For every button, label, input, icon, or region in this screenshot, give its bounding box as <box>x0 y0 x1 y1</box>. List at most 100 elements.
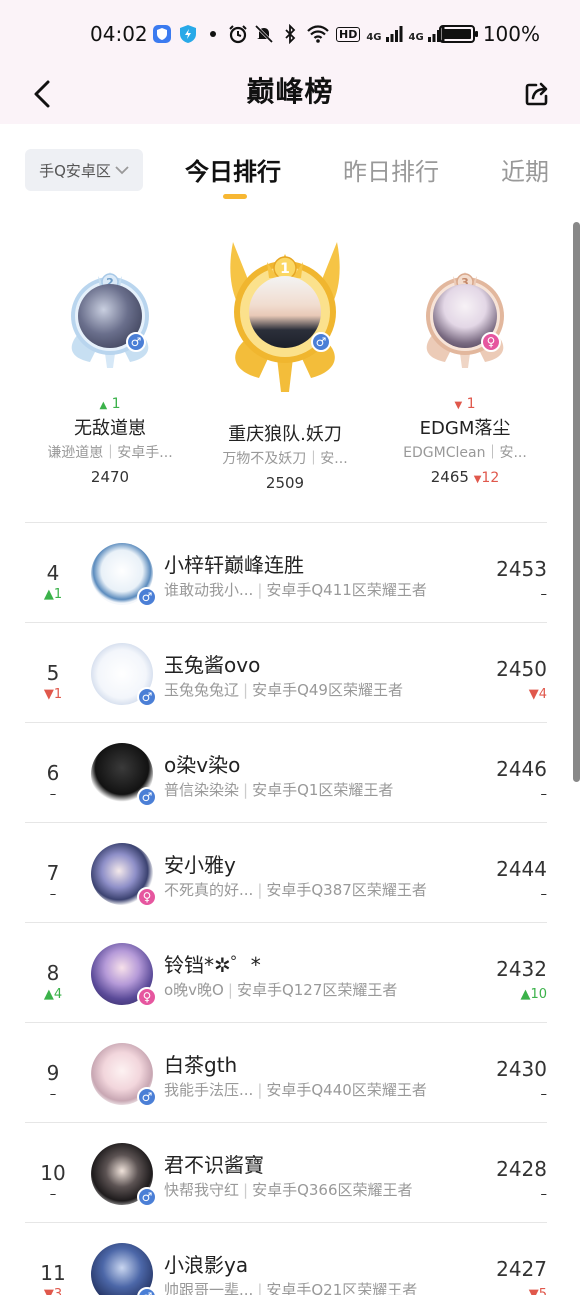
share-button[interactable] <box>522 74 552 114</box>
rank-change: ▲4 <box>43 987 63 1002</box>
podium-first[interactable]: 1 ♂ 重庆狼队.妖刀 万物不及妖刀｜安... 2509 <box>205 232 365 492</box>
player-name: 白茶gth <box>164 1053 238 1077</box>
player-sub: 普信染染染 | 安卓手Q1区荣耀王者 <box>164 781 394 799</box>
player-sub: 我能手法压... | 安卓手Q440区荣耀王者 <box>164 1081 427 1099</box>
player-name: 重庆狼队.妖刀 <box>228 424 342 445</box>
rank-change: – <box>49 1087 57 1102</box>
rank-number: 10 <box>40 1161 66 1185</box>
signal-4g-icon: 4G <box>366 25 403 43</box>
player-score: 2430 <box>496 1057 547 1081</box>
mute-bell-icon <box>254 24 274 44</box>
status-bar: 04:02 HD 4G 4G 100% <box>0 0 580 66</box>
score-change: ▼5 <box>528 1287 547 1295</box>
podium-second[interactable]: 2 ♂ ▲ 1 无敌道崽 谦逊道崽｜安卓手... 2470 <box>30 258 190 486</box>
ranking-row[interactable]: 5 ▼1 ♂ 玉兔酱ovo 玉兔兔兔辽 | 安卓手Q49区荣耀王者 2450 ▼4 <box>25 622 547 722</box>
region-selector[interactable]: 手Q安卓区 <box>25 149 143 191</box>
score-change: – <box>540 1187 548 1202</box>
player-score: 2428 <box>496 1157 547 1181</box>
player-sub: 谦逊道崽｜安卓手... <box>47 445 173 461</box>
rank-change: – <box>49 1187 57 1202</box>
alarm-icon <box>228 24 248 44</box>
ranking-row[interactable]: 9 – ♂ 白茶gth 我能手法压... | 安卓手Q440区荣耀王者 2430 – <box>25 1022 547 1122</box>
player-name: 铃铛*✲゜* <box>164 953 261 977</box>
rank-number: 6 <box>46 761 60 785</box>
page-title: 巅峰榜 <box>246 75 334 108</box>
podium: 2 ♂ ▲ 1 无敌道崽 谦逊道崽｜安卓手... 2470 1 ♂ 重庆狼队.妖… <box>0 220 580 520</box>
tab-yesterday[interactable]: 昨日排行 <box>343 152 439 187</box>
player-sub: 谁敢动我小... | 安卓手Q411区荣耀王者 <box>164 581 427 599</box>
place-1-number: 1 <box>280 261 290 277</box>
player-score: 2450 <box>496 657 547 681</box>
battery-percent: 100% <box>482 22 540 46</box>
player-sub: 不死真的好... | 安卓手Q387区荣耀王者 <box>164 881 427 899</box>
player-score: 2453 <box>496 557 547 581</box>
score-change: – <box>540 787 548 802</box>
male-icon: ♂ <box>137 687 157 707</box>
ranking-row[interactable]: 8 ▲4 ♀ 铃铛*✲゜* o晚v晚O | 安卓手Q127区荣耀王者 2432 ▲1… <box>25 922 547 1022</box>
player-sub: EDGMClean｜安... <box>403 445 527 461</box>
bronze-medal: 3 ♀ <box>415 258 515 370</box>
male-icon: ♂ <box>137 1187 157 1207</box>
rank-number: 4 <box>46 561 60 585</box>
player-name: 小梓轩巅峰连胜 <box>164 553 304 577</box>
rank-change: ▲1 <box>43 587 63 602</box>
dot-icon <box>210 31 216 37</box>
ranking-row[interactable]: 7 – ♀ 安小雅y 不死真的好... | 安卓手Q387区荣耀王者 2444 – <box>25 822 547 922</box>
player-sub: 万物不及妖刀｜安... <box>222 451 348 467</box>
rank-change: ▼ 1 <box>454 396 476 412</box>
status-time: 04:02 <box>90 22 148 46</box>
player-score: 2444 <box>496 857 547 881</box>
rank-change: ▼3 <box>43 1287 63 1295</box>
rank-number: 7 <box>46 861 60 885</box>
rank-change: ▼1 <box>43 687 63 702</box>
player-sub: 帅跟哥一辈... | 安卓手Q21区荣耀王者 <box>164 1281 418 1295</box>
player-score: 2432 <box>496 957 547 981</box>
ranking-row[interactable]: 4 ▲1 ♂ 小梓轩巅峰连胜 谁敢动我小... | 安卓手Q411区荣耀王者 245… <box>25 522 547 622</box>
region-label: 手Q安卓区 <box>39 161 111 180</box>
male-icon: ♂ <box>311 332 331 352</box>
male-icon: ♂ <box>137 587 157 607</box>
gold-medal: 1 ♂ <box>215 232 355 392</box>
ranking-list: 4 ▲1 ♂ 小梓轩巅峰连胜 谁敢动我小... | 安卓手Q411区荣耀王者 245… <box>25 522 547 1295</box>
ranking-row[interactable]: 11 ▼3 ♂ 小浪影ya 帅跟哥一辈...|安卓手Q21区荣耀王者 2427 … <box>25 1222 547 1295</box>
player-name: o染v染o <box>164 753 241 777</box>
player-sub: 快帮我守红 | 安卓手Q366区荣耀王者 <box>164 1181 413 1199</box>
wifi-icon <box>306 24 330 44</box>
shield-app-icon <box>152 24 172 44</box>
player-score: 2446 <box>496 757 547 781</box>
player-name: 小浪影ya <box>164 1253 249 1277</box>
male-icon: ♂ <box>137 1287 157 1295</box>
avatar <box>249 276 321 348</box>
score-change: – <box>540 887 548 902</box>
male-icon: ♂ <box>126 332 146 352</box>
tab-indicator <box>223 194 247 199</box>
male-icon: ♂ <box>137 787 157 807</box>
security-app-icon <box>178 24 198 44</box>
nav-bar: 巅峰榜 <box>0 66 580 124</box>
rank-change: ▲ 1 <box>99 396 121 412</box>
silver-medal: 2 ♂ <box>60 258 160 370</box>
status-icons-left: HD 4G 4G <box>152 22 445 46</box>
male-icon: ♂ <box>137 1087 157 1107</box>
tab-today[interactable]: 今日排行 <box>185 152 281 187</box>
rank-number: 8 <box>46 961 60 985</box>
ranking-row[interactable]: 10 – ♂ 君不识酱寶 快帮我守红 | 安卓手Q366区荣耀王者 2428 – <box>25 1122 547 1222</box>
rank-change: – <box>49 787 57 802</box>
ranking-row[interactable]: 6 – ♂ o染v染o 普信染染染 | 安卓手Q1区荣耀王者 2446 – <box>25 722 547 822</box>
score-change: – <box>540 1087 548 1102</box>
rank-number: 5 <box>46 661 60 685</box>
player-name: 君不识酱寶 <box>164 1153 264 1177</box>
player-name: EDGM落尘 <box>419 418 511 439</box>
player-score: 2427 <box>496 1257 547 1281</box>
battery-icon <box>438 25 478 43</box>
score-change: – <box>540 587 548 602</box>
tab-recent[interactable]: 近期 <box>501 152 549 187</box>
female-icon: ♀ <box>481 332 501 352</box>
rank-number: 9 <box>46 1061 60 1085</box>
player-sub: o晚v晚O | 安卓手Q127区荣耀王者 <box>164 981 398 999</box>
player-score: 2465 ▼12 <box>430 468 500 486</box>
hd-icon: HD <box>336 26 361 42</box>
podium-third[interactable]: 3 ♀ ▼ 1 EDGM落尘 EDGMClean｜安... 2465 ▼12 <box>385 258 545 486</box>
player-name: 安小雅y <box>164 853 236 877</box>
player-score: 2509 <box>265 474 305 492</box>
